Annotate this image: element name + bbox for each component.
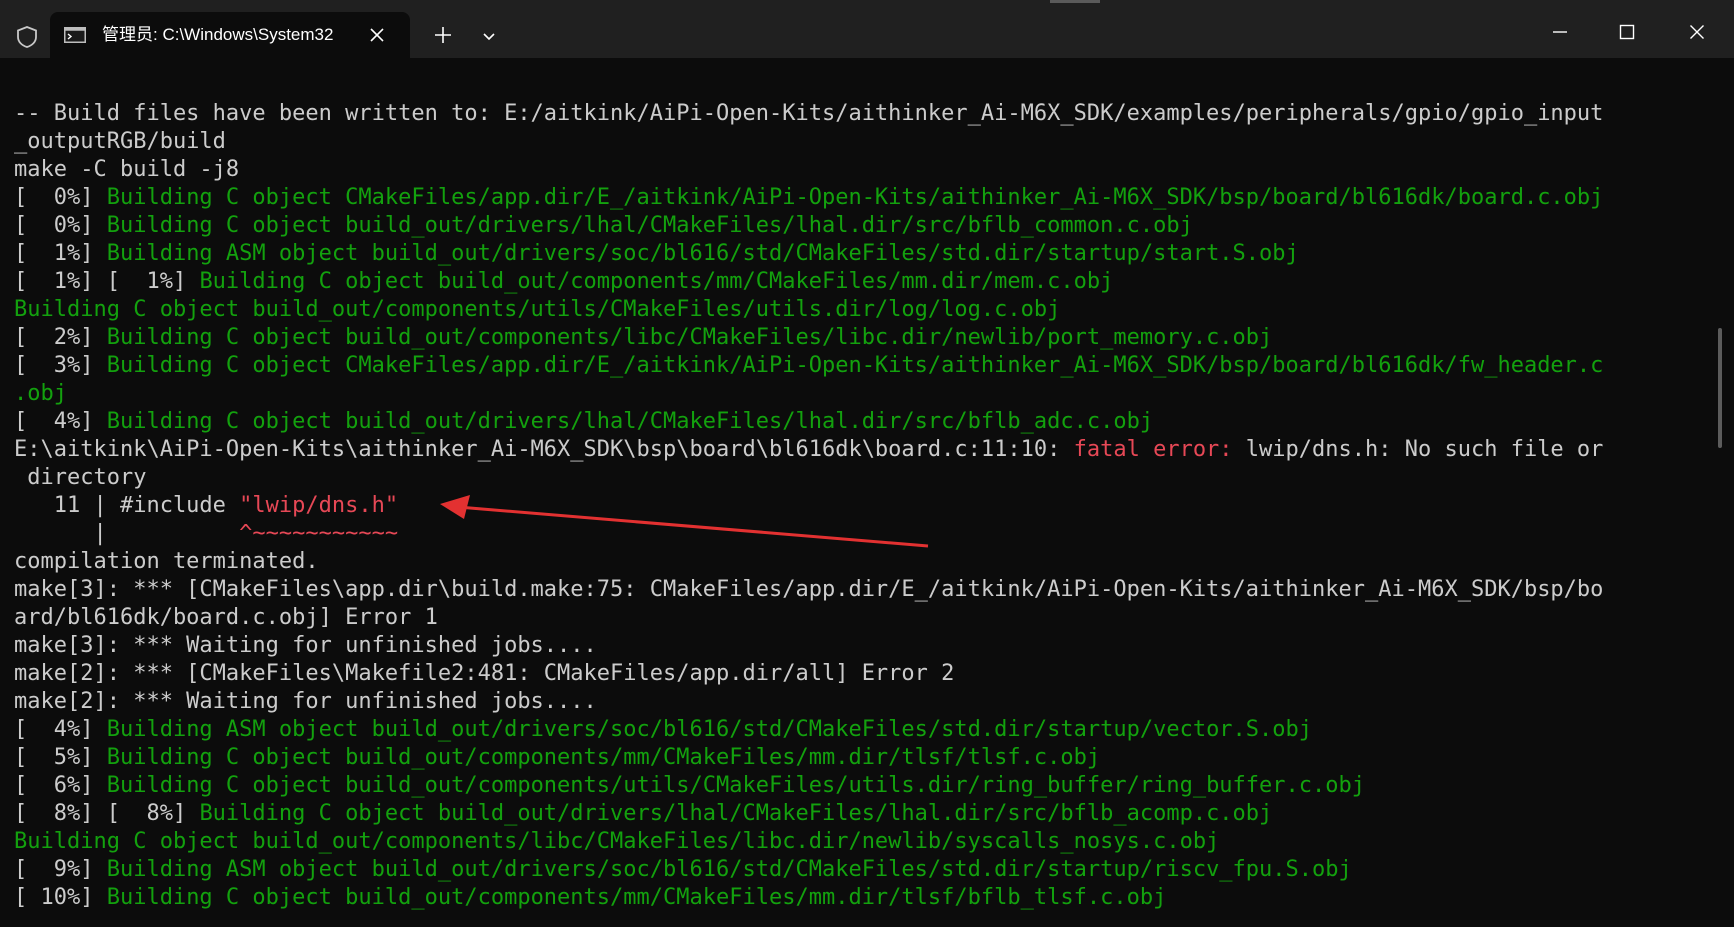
terminal-segment: compilation terminated. [14, 549, 319, 574]
terminal-line: [ 9%] Building ASM object build_out/driv… [14, 856, 1704, 884]
terminal-line: ard/bl616dk/board.c.obj] Error 1 [14, 604, 1704, 632]
terminal-segment: Building ASM object build_out/drivers/so… [106, 717, 1313, 742]
terminal-segment: Building C object build_out/components/u… [106, 773, 1366, 798]
terminal-segment: [ 5%] [14, 745, 107, 770]
terminal-segment: [ 10%] [14, 885, 107, 910]
terminal-line: Building C object build_out/components/u… [14, 296, 1704, 324]
terminal-line: make[2]: *** [CMakeFiles\Makefile2:481: … [14, 660, 1704, 688]
terminal-line: [ 8%] [ 8%] Building C object build_out/… [14, 800, 1704, 828]
plus-icon[interactable] [428, 20, 458, 50]
terminal-line: [ 1%] [ 1%] Building C object build_out/… [14, 268, 1704, 296]
terminal-segment: -- Build files have been written to: E:/… [14, 101, 1604, 126]
terminal-line: [ 6%] Building C object build_out/compon… [14, 772, 1704, 800]
terminal-segment: [ 2%] [14, 325, 107, 350]
terminal-segment: Building C object build_out/components/m… [106, 745, 1101, 770]
terminal-line: make -C build -j8 [14, 156, 1704, 184]
terminal-line: [ 1%] Building ASM object build_out/driv… [14, 240, 1704, 268]
terminal-segment: Building C object build_out/components/u… [14, 297, 1061, 322]
terminal-line: make[2]: *** Waiting for unfinished jobs… [14, 688, 1704, 716]
terminal-segment: [ 1%] [ 1%] [14, 269, 200, 294]
minimize-icon[interactable] [1537, 12, 1583, 52]
terminal-line: make[3]: *** Waiting for unfinished jobs… [14, 632, 1704, 660]
terminal-line: [ 0%] Building C object build_out/driver… [14, 212, 1704, 240]
terminal-segment: Building C object build_out/components/m… [106, 885, 1167, 910]
terminal-line: .obj [14, 380, 1704, 408]
terminal-line: [ 5%] Building C object build_out/compon… [14, 744, 1704, 772]
terminal-segment: make[3]: *** Waiting for unfinished jobs… [14, 633, 597, 658]
close-icon[interactable] [362, 20, 392, 50]
terminal-segment: Building C object build_out/drivers/lhal… [199, 801, 1273, 826]
terminal-segment: [ 0%] [14, 213, 107, 238]
terminal-segment: Building C object build_out/drivers/lhal… [106, 213, 1193, 238]
terminal-line: [ 10%] Building C object build_out/compo… [14, 884, 1704, 912]
terminal-segment: [ 6%] [14, 773, 107, 798]
maximize-icon[interactable] [1604, 12, 1650, 52]
terminal-segment: make[3]: *** [CMakeFiles\app.dir\build.m… [14, 577, 1604, 602]
terminal-segment: [ 3%] [14, 353, 107, 378]
terminal-line: directory [14, 464, 1704, 492]
terminal-line: E:\aitkink\AiPi-Open-Kits\aithinker_Ai-M… [14, 436, 1704, 464]
terminal-segment: Building C object build_out/components/m… [199, 269, 1114, 294]
terminal-segment: _outputRGB/build [14, 129, 226, 154]
annotation-arrow [440, 495, 929, 548]
close-icon[interactable] [1674, 12, 1720, 52]
terminal-line: -- Build files have been written to: E:/… [14, 100, 1704, 128]
terminal-segment: Building C object CMakeFiles/app.dir/E_/… [106, 185, 1604, 210]
terminal-segment: Building ASM object build_out/drivers/so… [106, 241, 1299, 266]
terminal-window: 管理员: C:\Windows\System32 -- Build files … [0, 0, 1734, 927]
terminal-line: [ 4%] Building C object build_out/driver… [14, 408, 1704, 436]
terminal-segment: fatal error: [1073, 437, 1246, 462]
tab-title: 管理员: C:\Windows\System32 [102, 25, 334, 44]
terminal-segment: [ 1%] [14, 241, 107, 266]
terminal-segment: [ 8%] [ 8%] [14, 801, 200, 826]
terminal-segment: [ 4%] [14, 717, 107, 742]
terminal-segment: Building C object build_out/drivers/lhal… [106, 409, 1154, 434]
chevron-down-icon[interactable] [474, 22, 504, 52]
terminal-icon [64, 27, 86, 43]
scrollbar[interactable] [1718, 328, 1722, 448]
terminal-segment: [ 0%] [14, 185, 107, 210]
terminal-line: [ 0%] Building C object CMakeFiles/app.d… [14, 184, 1704, 212]
terminal-segment: make[2]: *** Waiting for unfinished jobs… [14, 689, 597, 714]
terminal-line: [ 2%] Building C object build_out/compon… [14, 324, 1704, 352]
terminal-segment: Building ASM object build_out/drivers/so… [106, 857, 1352, 882]
terminal-line: _outputRGB/build [14, 128, 1704, 156]
terminal-segment: "lwip/dns.h" [239, 493, 399, 518]
terminal-segment: make[2]: *** [CMakeFiles\Makefile2:481: … [14, 661, 955, 686]
terminal-line: [ 4%] Building ASM object build_out/driv… [14, 716, 1704, 744]
tab-admin-cmd[interactable]: 管理员: C:\Windows\System32 [50, 12, 410, 58]
terminal-segment: ^~~~~~~~~~~~ [239, 521, 399, 546]
terminal-segment: E:\aitkink\AiPi-Open-Kits\aithinker_Ai-M… [14, 437, 1074, 462]
title-bar[interactable]: 管理员: C:\Windows\System32 [0, 0, 1734, 58]
terminal-line: Building C object build_out/components/l… [14, 828, 1704, 856]
terminal-segment: make -C build -j8 [14, 157, 240, 182]
shield-icon [12, 22, 42, 52]
terminal-segment: | [14, 521, 240, 546]
terminal-line: make[3]: *** [CMakeFiles\app.dir\build.m… [14, 576, 1704, 604]
terminal-segment: ard/bl616dk/board.c.obj] Error 1 [14, 605, 438, 630]
terminal-segment: .obj [14, 381, 67, 406]
terminal-segment: Building C object CMakeFiles/app.dir/E_/… [106, 353, 1604, 378]
terminal-segment: lwip/dns.h: No such file or [1245, 437, 1604, 462]
terminal-segment: Building C object build_out/components/l… [14, 829, 1220, 854]
resize-handle[interactable] [1050, 0, 1100, 3]
terminal-segment: [ 4%] [14, 409, 107, 434]
terminal-line: compilation terminated. [14, 548, 1704, 576]
terminal-segment: directory [14, 465, 147, 490]
terminal-segment: Building C object build_out/components/l… [106, 325, 1273, 350]
terminal-line: [ 3%] Building C object CMakeFiles/app.d… [14, 352, 1704, 380]
terminal-segment: [ 9%] [14, 857, 107, 882]
terminal-segment: 11 | #include [14, 493, 240, 518]
